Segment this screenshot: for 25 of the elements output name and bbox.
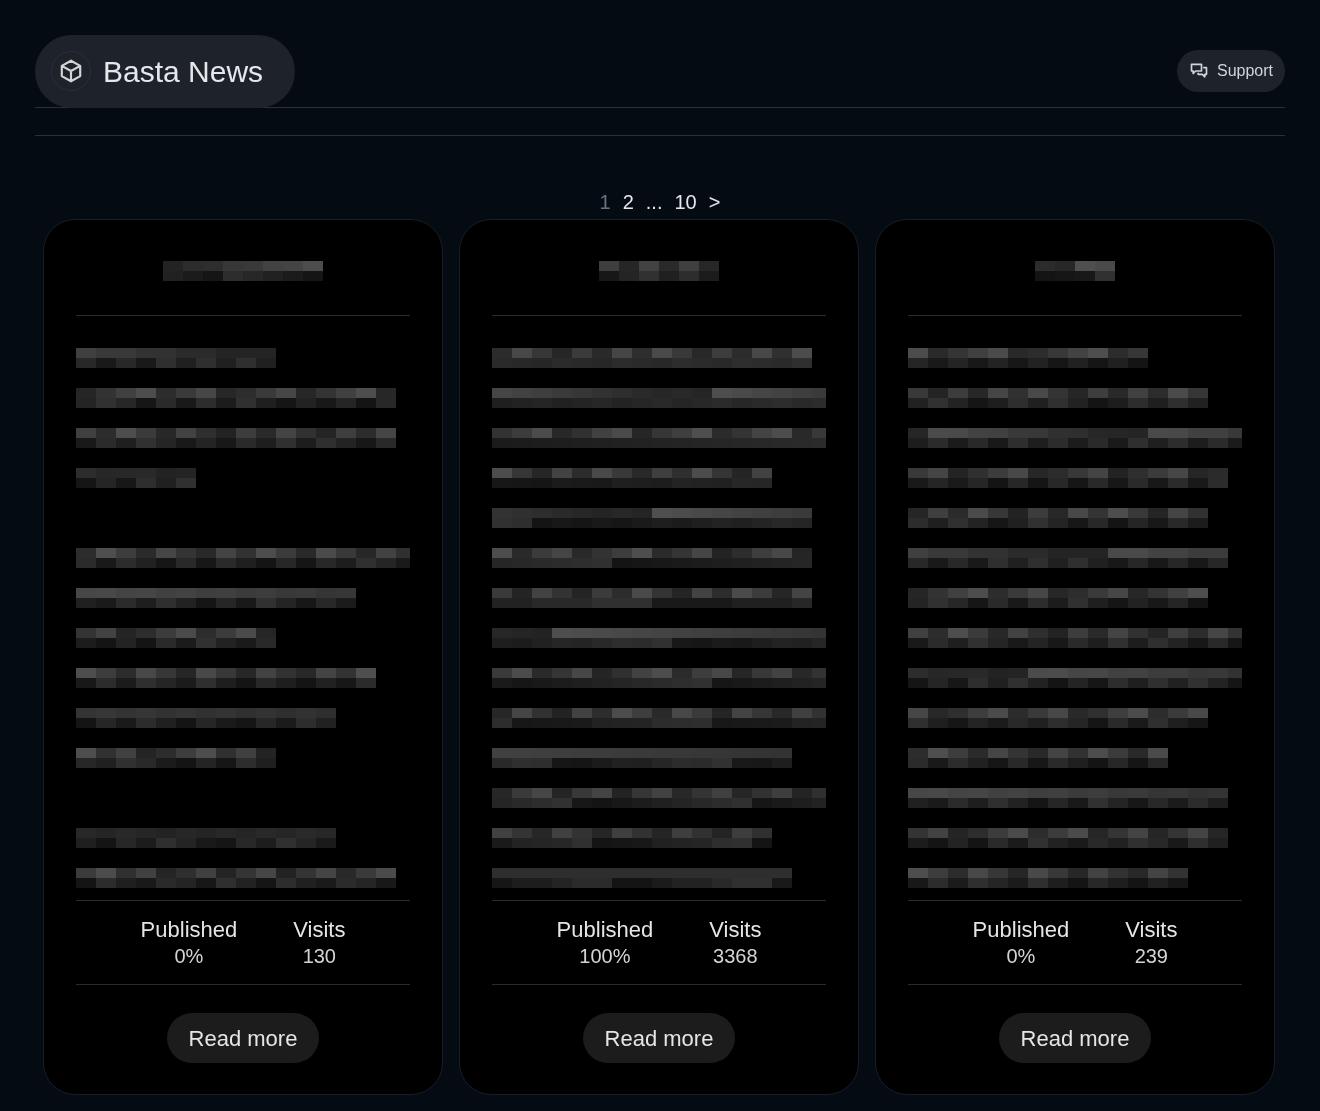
- read-more-button[interactable]: Read more: [998, 1013, 1152, 1063]
- stat-value: 130: [302, 943, 336, 969]
- page-link[interactable]: ...: [645, 187, 663, 217]
- chat-bubbles-icon: [1188, 61, 1209, 81]
- page-link[interactable]: 1: [599, 187, 611, 217]
- stat-value: 100%: [579, 943, 631, 969]
- read-more-button[interactable]: Read more: [166, 1013, 320, 1063]
- stat-label: Visits: [1125, 916, 1178, 943]
- stat-value: 239: [1134, 943, 1168, 969]
- stat-value: 3368: [713, 943, 758, 969]
- read-more-button[interactable]: Read more: [582, 1013, 736, 1063]
- stat-label: Published: [140, 916, 238, 943]
- stat-label: Visits: [293, 916, 346, 943]
- stat-value: 0%: [174, 943, 204, 969]
- page-link[interactable]: >: [708, 187, 721, 217]
- stat-label: Published: [972, 916, 1070, 943]
- page-link[interactable]: 2: [622, 187, 634, 217]
- brand-pill[interactable]: Basta News: [35, 34, 296, 108]
- page-link[interactable]: 10: [674, 187, 697, 217]
- stat-value: 0%: [1006, 943, 1036, 969]
- cube-icon: [58, 58, 84, 84]
- stat-label: Published: [556, 916, 654, 943]
- stat-label: Visits: [709, 916, 762, 943]
- support-button[interactable]: Support: [1176, 50, 1285, 92]
- brand-title: Basta News: [103, 53, 264, 90]
